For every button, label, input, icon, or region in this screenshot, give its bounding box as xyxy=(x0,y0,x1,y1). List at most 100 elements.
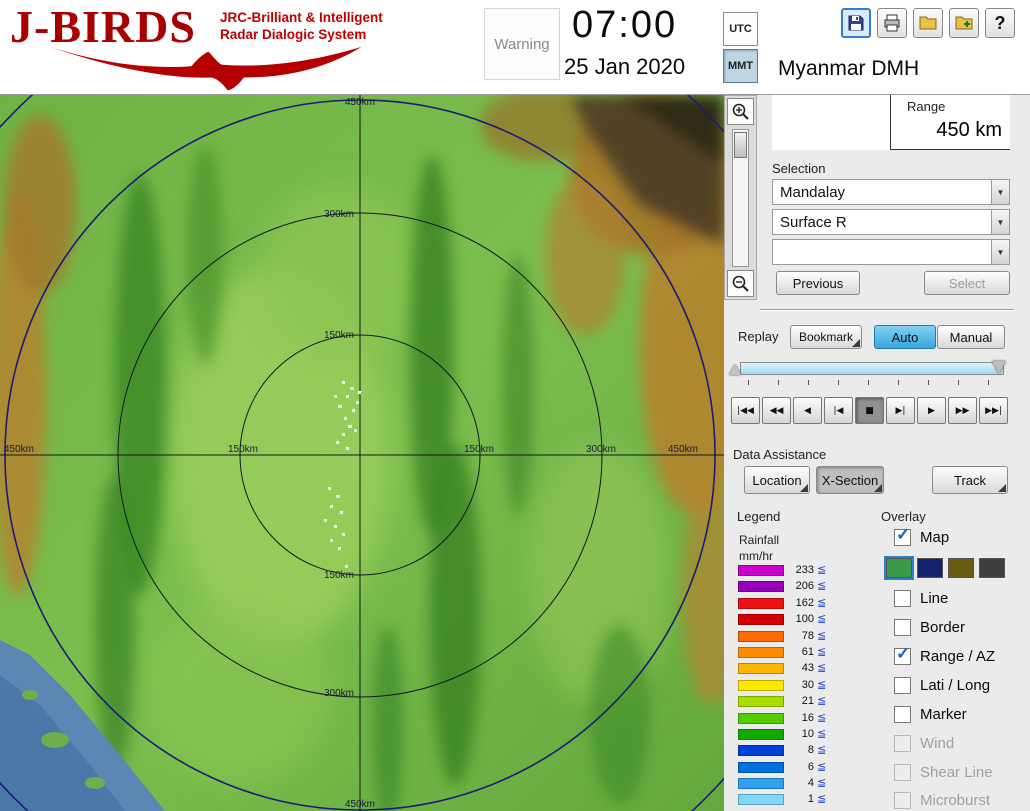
map-style-gray[interactable] xyxy=(979,558,1005,578)
checkbox-line[interactable]: ✓ xyxy=(894,590,911,607)
legend-row: 30 ≦ xyxy=(738,678,827,691)
legend-row: 4 ≦ xyxy=(738,777,826,790)
select-button[interactable]: Select xyxy=(924,271,1010,295)
step-forward-button[interactable]: ▶| xyxy=(886,397,915,424)
time-slider[interactable] xyxy=(729,361,1006,375)
skip-start-button[interactable]: |◀◀ xyxy=(731,397,760,424)
x-section-button[interactable]: X-Section xyxy=(816,466,884,494)
checkbox-range-az[interactable]: ✓ xyxy=(894,644,911,665)
legend-op: ≦ xyxy=(817,596,827,609)
warning-label: Warning xyxy=(494,35,550,53)
site-title: Myanmar DMH xyxy=(778,57,920,80)
legend-value: 8 xyxy=(807,744,814,757)
mmt-button[interactable]: MMT xyxy=(723,49,758,83)
legend-swatch xyxy=(738,597,784,609)
product-dropdown-arrow-button[interactable]: ▼ xyxy=(991,210,1009,234)
legend-swatch xyxy=(738,614,784,626)
checkbox-marker[interactable]: ✓ xyxy=(894,706,911,723)
overlay-item-label: Border xyxy=(920,619,966,636)
legend-value: 1 xyxy=(807,793,814,806)
range-label: 450km xyxy=(668,444,698,455)
range-label: 450km xyxy=(345,97,375,108)
zoom-slider-thumb[interactable] xyxy=(734,132,747,158)
map-style-green[interactable] xyxy=(884,556,914,580)
legend-row: 21 ≦ xyxy=(738,695,826,708)
previous-button[interactable]: Previous xyxy=(776,271,860,295)
checkbox-map[interactable]: ✓ xyxy=(894,525,911,546)
zoom-slider[interactable] xyxy=(732,129,749,267)
legend-op: ≦ xyxy=(817,711,827,724)
play-reverse-button[interactable]: ◀ xyxy=(793,397,822,424)
map-style-swatches xyxy=(884,556,1005,580)
fast-rewind-button[interactable]: ◀◀ xyxy=(762,397,791,424)
legend-op: ≦ xyxy=(817,727,827,740)
slider-thumb[interactable] xyxy=(992,361,1006,374)
auto-button[interactable]: Auto xyxy=(874,325,936,349)
data-assistance-label: Data Assistance xyxy=(733,447,827,462)
legend-swatch xyxy=(738,565,784,576)
legend-value: 4 xyxy=(807,777,814,790)
stop-button[interactable]: ■ xyxy=(855,397,884,424)
slider-start-marker xyxy=(729,364,741,375)
folder-plus-icon xyxy=(955,16,973,30)
skip-end-button[interactable]: ▶▶| xyxy=(979,397,1008,424)
selection-label: Selection xyxy=(772,161,826,176)
legend-row: 78 ≦ xyxy=(738,629,827,642)
save-button[interactable] xyxy=(841,8,871,38)
utc-button[interactable]: UTC xyxy=(723,12,758,46)
legend-op: ≦ xyxy=(817,629,827,642)
divider xyxy=(760,309,1014,311)
site-dropdown-arrow-button[interactable]: ▼ xyxy=(991,180,1009,204)
map-style-navy[interactable] xyxy=(917,558,943,578)
range-label: 300km xyxy=(324,688,354,699)
legend-swatch xyxy=(738,794,784,806)
logo-subtitle: JRC-Brilliant & Intelligent Radar Dialog… xyxy=(220,10,383,44)
fast-forward-button[interactable]: ▶▶ xyxy=(948,397,977,424)
overlay-title: Overlay xyxy=(881,509,926,524)
legend-value: 206 xyxy=(795,580,814,593)
legend-swatch xyxy=(738,663,784,675)
radar-map[interactable]: 450km 300km 150km 150km 300km 450km 450k… xyxy=(0,95,724,811)
print-button[interactable] xyxy=(877,8,907,38)
zoom-out-icon xyxy=(732,275,749,292)
zoom-in-button[interactable] xyxy=(727,98,754,125)
option-dropdown[interactable]: ▼ xyxy=(772,239,1010,265)
legend-title: Legend xyxy=(737,509,781,524)
help-button[interactable]: ? xyxy=(985,8,1015,38)
track-button[interactable]: Track xyxy=(932,466,1008,494)
map-style-olive[interactable] xyxy=(948,558,974,578)
play-button[interactable]: ▶ xyxy=(917,397,946,424)
site-dropdown[interactable]: Mandalay ▼ xyxy=(772,179,1010,205)
zoom-out-button[interactable] xyxy=(727,270,754,297)
jbirds-app: J-BIRDS JRC-Brilliant & Intelligent Rada… xyxy=(0,0,1030,811)
control-panel: Range 450 km Selection Mandalay ▼ Surfac… xyxy=(724,95,1030,811)
chevron-down-icon: ▼ xyxy=(996,247,1005,257)
legend-swatch xyxy=(738,712,784,724)
range-label: 150km xyxy=(464,444,494,455)
legend-value: 233 xyxy=(795,564,814,576)
manual-button[interactable]: Manual xyxy=(937,325,1005,349)
legend-row: 43 ≦ xyxy=(738,662,827,675)
zoom-in-icon xyxy=(732,103,749,120)
legend-swatch xyxy=(738,630,784,642)
location-button[interactable]: Location xyxy=(744,466,810,494)
legend-value: 16 xyxy=(801,711,814,724)
checkbox-border[interactable]: ✓ xyxy=(894,619,911,636)
range-label: 300km xyxy=(324,209,354,220)
legend-unit-line1: Rainfall xyxy=(739,533,780,547)
step-back-button[interactable]: |◀ xyxy=(824,397,853,424)
option-dropdown-arrow-button[interactable]: ▼ xyxy=(991,240,1009,264)
legend-op: ≦ xyxy=(817,678,827,691)
legend-value: 30 xyxy=(801,678,814,691)
bookmark-button[interactable]: Bookmark xyxy=(790,325,862,349)
legend-value: 6 xyxy=(807,760,814,773)
checkbox-lati-long[interactable]: ✓ xyxy=(894,677,911,694)
legend-row: 10 ≦ xyxy=(738,727,827,740)
overlay-item-label: Microburst xyxy=(920,792,991,809)
product-dropdown[interactable]: Surface R ▼ xyxy=(772,209,1010,235)
export-button[interactable] xyxy=(949,8,979,38)
open-file-button[interactable] xyxy=(913,8,943,38)
legend-value: 21 xyxy=(801,695,814,708)
option-dropdown-value xyxy=(773,240,991,264)
legend-op: ≦ xyxy=(817,662,827,675)
